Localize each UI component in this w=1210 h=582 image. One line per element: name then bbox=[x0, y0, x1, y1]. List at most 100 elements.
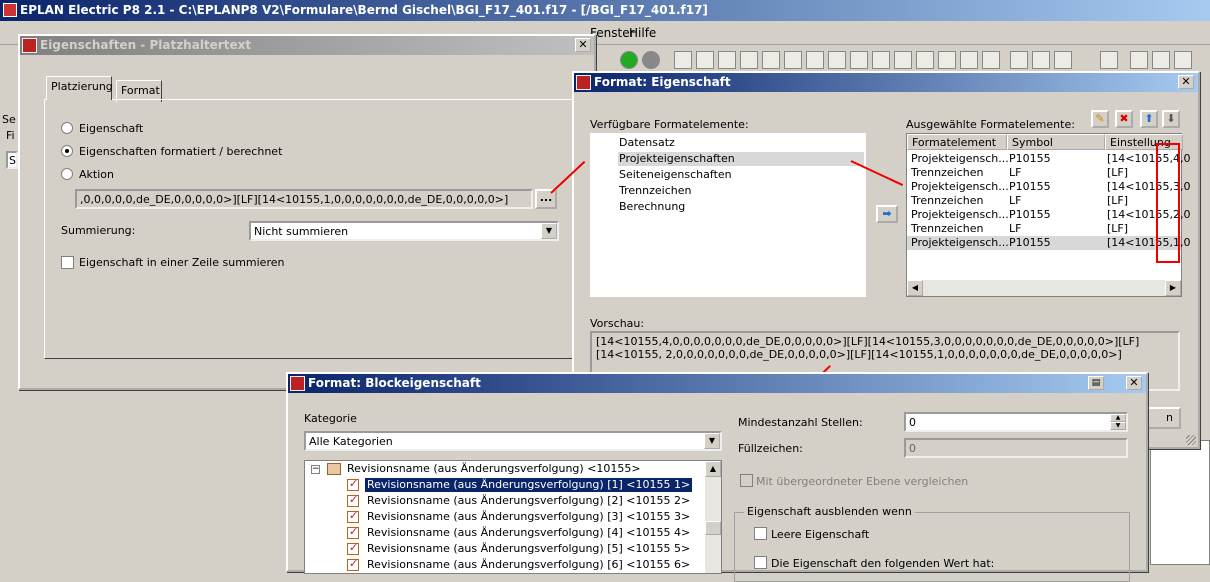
symbol-icon[interactable] bbox=[1174, 51, 1192, 69]
check-icon[interactable] bbox=[347, 557, 359, 571]
left-panel: Se Fi S bbox=[0, 105, 18, 565]
leer-checkbox[interactable] bbox=[754, 527, 767, 540]
check-icon[interactable] bbox=[347, 525, 359, 539]
tree-root[interactable]: Revisionsname (aus Änderungsverfolgung) … bbox=[347, 462, 641, 476]
symbol-icon[interactable] bbox=[1054, 51, 1072, 69]
panel-field[interactable]: S bbox=[6, 151, 18, 169]
radio-eigenschaft[interactable] bbox=[61, 122, 73, 134]
tree-item[interactable]: Revisionsname (aus Änderungsverfolgung) … bbox=[365, 558, 692, 572]
available-item[interactable]: Seiteneigenschaften bbox=[618, 168, 864, 182]
scroll-right-icon[interactable]: ▶ bbox=[1165, 280, 1181, 296]
symbol-icon[interactable] bbox=[1130, 51, 1148, 69]
table-row[interactable]: Projekteigensch... P10155 [14<10155,1,0 bbox=[907, 236, 1191, 250]
property-tree[interactable]: − Revisionsname (aus Änderungsverfolgung… bbox=[304, 460, 722, 574]
symbol-icon[interactable] bbox=[982, 51, 1000, 69]
format-value-field[interactable]: ,0,0,0,0,0,de_DE,0,0,0,0,0>][LF][14<1015… bbox=[75, 189, 533, 209]
grid-icon[interactable] bbox=[696, 51, 714, 69]
mindestanzahl-field[interactable]: 0 ▲ ▼ bbox=[904, 412, 1128, 432]
scroll-left-icon[interactable]: ◀ bbox=[907, 280, 923, 296]
kategorie-select[interactable]: Alle Kategorien ▼ bbox=[304, 431, 722, 451]
table-row[interactable]: Trennzeichen LF [LF] bbox=[907, 222, 1181, 236]
horizontal-scrollbar[interactable]: ◀ ▶ bbox=[907, 280, 1181, 296]
print-icon[interactable]: ▤ bbox=[1088, 376, 1104, 390]
zeile-checkbox[interactable] bbox=[61, 256, 74, 269]
tree-item[interactable]: Revisionsname (aus Änderungsverfolgung) … bbox=[365, 510, 692, 524]
radio-aktion[interactable] bbox=[61, 168, 73, 180]
radio-formatiert[interactable] bbox=[61, 145, 73, 157]
tree-item[interactable]: Revisionsname (aus Änderungsverfolgung) … bbox=[365, 526, 692, 540]
available-item[interactable]: Projekteigenschaften bbox=[618, 152, 864, 166]
compare-checkbox[interactable] bbox=[740, 474, 753, 487]
platzhalter-dialog: Eigenschaften - Platzhaltertext ✕ Platzi… bbox=[18, 34, 596, 390]
available-item[interactable]: Trennzeichen bbox=[618, 184, 864, 198]
symbol-icon[interactable] bbox=[850, 51, 868, 69]
back-icon[interactable] bbox=[620, 51, 638, 69]
table-row[interactable]: Trennzeichen LF [LF] bbox=[907, 166, 1181, 180]
menu-hilfe[interactable]: Hilfe bbox=[629, 26, 656, 40]
available-list[interactable]: Datensatz Projekteigenschaften Seiteneig… bbox=[590, 133, 866, 297]
check-icon[interactable] bbox=[347, 509, 359, 523]
table-row[interactable]: Projekteigensch... P10155 [14<10155,4,0 bbox=[907, 152, 1191, 166]
vertical-scrollbar[interactable]: ▲ bbox=[705, 461, 721, 573]
tab-platzierung[interactable]: Platzierung bbox=[46, 76, 113, 100]
tree-item[interactable]: Revisionsname (aus Änderungsverfolgung) … bbox=[365, 478, 693, 492]
check-icon[interactable] bbox=[347, 541, 359, 555]
scroll-thumb[interactable] bbox=[705, 521, 721, 535]
wert-checkbox[interactable] bbox=[754, 556, 767, 569]
grid-icon[interactable] bbox=[718, 51, 736, 69]
fuellzeichen-field[interactable]: 0 bbox=[904, 438, 1128, 458]
close-icon[interactable]: ✕ bbox=[1126, 376, 1142, 390]
panel-tab-label[interactable]: Se bbox=[2, 113, 16, 126]
grid-icon[interactable] bbox=[828, 51, 846, 69]
edit-icon[interactable]: ✎ bbox=[1091, 110, 1109, 128]
collapse-icon[interactable]: − bbox=[311, 465, 320, 474]
table-cell: LF bbox=[1009, 194, 1022, 207]
check-icon[interactable] bbox=[347, 477, 359, 491]
table-row[interactable]: Projekteigensch... P10155 [14<10155,2,0 bbox=[907, 208, 1191, 222]
scroll-up-icon[interactable]: ▲ bbox=[705, 461, 721, 477]
browse-button[interactable]: ... bbox=[535, 189, 557, 209]
grid-icon[interactable] bbox=[762, 51, 780, 69]
app-title: EPLAN Electric P8 2.1 - C:\EPLANP8 V2\Fo… bbox=[20, 3, 708, 17]
symbol-icon[interactable] bbox=[872, 51, 890, 69]
menu-fenster[interactable]: Fenster bbox=[590, 26, 635, 40]
symbol-icon[interactable] bbox=[1032, 51, 1050, 69]
symbol-icon[interactable] bbox=[960, 51, 978, 69]
move-down-icon[interactable]: ⬇ bbox=[1162, 110, 1180, 128]
stop-icon[interactable] bbox=[642, 51, 660, 69]
col-formatelement[interactable]: Formatelement bbox=[907, 134, 1007, 150]
close-icon[interactable]: ✕ bbox=[1178, 75, 1194, 89]
summierung-select[interactable]: Nicht summieren ▼ bbox=[249, 221, 559, 241]
tree-item[interactable]: Revisionsname (aus Änderungsverfolgung) … bbox=[365, 542, 692, 556]
resize-grip[interactable] bbox=[1186, 435, 1196, 445]
symbol-icon[interactable] bbox=[1100, 51, 1118, 69]
selected-table[interactable]: Formatelement Symbol Einstellung Projekt… bbox=[906, 133, 1191, 297]
col-symbol[interactable]: Symbol bbox=[1007, 134, 1105, 150]
table-row[interactable]: Trennzeichen LF [LF] bbox=[907, 194, 1181, 208]
symbol-icon[interactable] bbox=[938, 51, 956, 69]
tree-item[interactable]: Revisionsname (aus Änderungsverfolgung) … bbox=[365, 494, 692, 508]
grid-icon[interactable] bbox=[740, 51, 758, 69]
mindestanzahl-value: 0 bbox=[909, 416, 916, 429]
available-item[interactable]: Datensatz bbox=[618, 136, 864, 150]
grid-icon[interactable] bbox=[674, 51, 692, 69]
add-arrow-button[interactable]: ➡ bbox=[876, 205, 898, 223]
chevron-down-icon[interactable]: ▼ bbox=[704, 433, 720, 449]
grid-icon[interactable] bbox=[784, 51, 802, 69]
close-icon[interactable]: ✕ bbox=[575, 38, 591, 52]
grid-icon[interactable] bbox=[806, 51, 824, 69]
move-up-icon[interactable]: ⬆ bbox=[1140, 110, 1158, 128]
symbol-icon[interactable] bbox=[916, 51, 934, 69]
spin-up-icon[interactable]: ▲ bbox=[1110, 414, 1126, 422]
table-cell: Trennzeichen bbox=[911, 194, 984, 207]
delete-icon[interactable]: ✖ bbox=[1115, 110, 1133, 128]
symbol-icon[interactable] bbox=[1152, 51, 1170, 69]
spin-down-icon[interactable]: ▼ bbox=[1110, 422, 1126, 430]
symbol-icon[interactable] bbox=[1010, 51, 1028, 69]
chevron-down-icon[interactable]: ▼ bbox=[541, 223, 557, 239]
available-item[interactable]: Berechnung bbox=[618, 200, 864, 214]
ausblenden-group-label: Eigenschaft ausblenden wenn bbox=[744, 505, 915, 518]
symbol-icon[interactable] bbox=[894, 51, 912, 69]
check-icon[interactable] bbox=[347, 493, 359, 507]
table-row[interactable]: Projekteigensch... P10155 [14<10155,3,0 bbox=[907, 180, 1191, 194]
